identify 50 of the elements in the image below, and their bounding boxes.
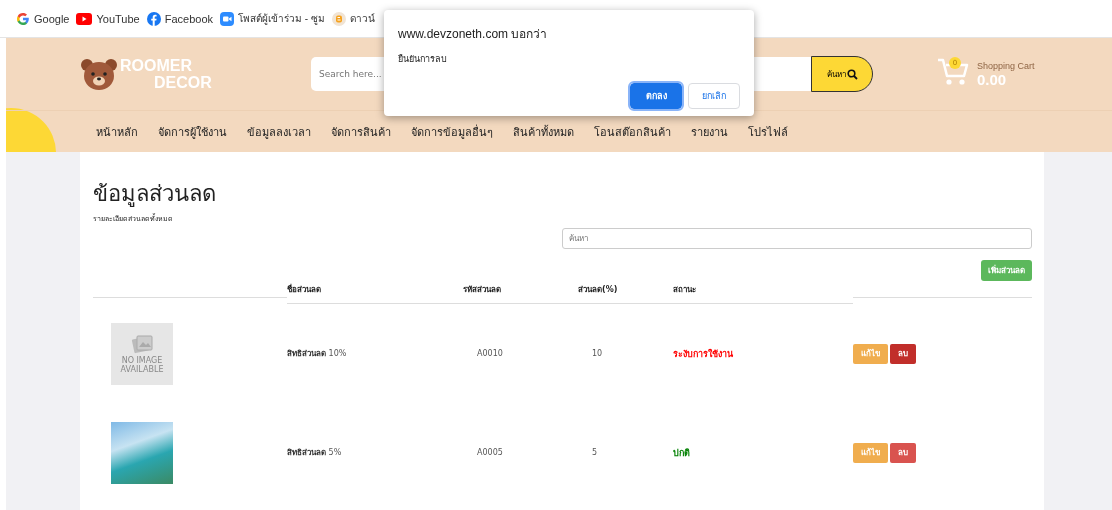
picture-icon (131, 333, 153, 354)
column-header: รหัสส่วนลด (463, 285, 501, 294)
video-camera-icon (220, 11, 235, 26)
nav-link[interactable]: โปรไฟล์ (738, 122, 798, 141)
nav-link[interactable]: โอนสต๊อกสินค้า (584, 122, 681, 141)
ok-button[interactable]: ตกลง (630, 83, 682, 109)
discount-code: A0010 (477, 349, 503, 358)
discount-name: สิทธิส่วนลด 5% (287, 447, 342, 459)
search-button[interactable]: ค้นหา (811, 56, 873, 92)
facebook-icon (146, 11, 161, 26)
cart-icon[interactable] (937, 57, 969, 87)
page-title: ข้อมูลส่วนลด (93, 180, 217, 209)
bookmark-link[interactable]: Google (16, 11, 70, 26)
discount-percent: 5 (592, 448, 598, 457)
nav-link[interactable]: จัดการสินค้า (321, 122, 401, 141)
blog-icon (331, 11, 346, 26)
bookmark-link[interactable]: Facebook (146, 11, 214, 26)
bear-icon (80, 57, 118, 91)
status-text: ปกติ (673, 446, 690, 460)
logo-text: DECOR (153, 74, 212, 91)
nav-link[interactable]: จัดการผู้ใช้งาน (148, 122, 237, 141)
dialog-title: www.devzoneth.com บอกว่า (398, 26, 549, 43)
delete-button[interactable]: ลบ (890, 442, 916, 463)
delete-button[interactable]: ลบ (890, 343, 916, 364)
discount-percent: 10 (592, 349, 603, 358)
search-field[interactable]: ค้นหา (562, 228, 1032, 249)
nav-link[interactable]: ข้อมูลลงเวลา (237, 122, 321, 141)
cart-label: Shopping Cart (977, 60, 1035, 71)
google-icon (16, 11, 30, 26)
column-header: ชื่อส่วนลด (287, 285, 321, 294)
photo-placeholder (111, 421, 173, 484)
bookmark-link[interactable]: YouTube (76, 12, 140, 25)
nav-link[interactable]: สินค้าทั้งหมด (503, 122, 584, 141)
nav-link[interactable]: รายงาน (681, 122, 738, 141)
video-play-icon (76, 12, 93, 25)
bookmark-link[interactable]: โพสต์ผู้เข้าร่วม - ซูม (220, 11, 325, 26)
discount-name: สิทธิส่วนลด 10% (287, 348, 347, 360)
nav-link[interactable]: จัดการข้อมูลอื่นๆ (401, 122, 503, 141)
status-text: ระงับการใช้งาน (673, 347, 733, 361)
no-image-text: NO IMAGE AVAILABLE (119, 355, 165, 374)
logo-text: ROOMER (120, 57, 193, 74)
bookmark-link[interactable]: ดาวน์ (331, 11, 375, 26)
cart-total: 0.00 (977, 70, 1007, 88)
cancel-button[interactable]: ยกเลิก (688, 83, 740, 109)
discount-code: A0005 (477, 448, 503, 457)
column-header: สถานะ (673, 285, 696, 294)
search-icon (846, 68, 858, 80)
dialog-message: ยืนยันการลบ (398, 53, 448, 66)
nav-link[interactable]: หน้าหลัก (86, 122, 148, 141)
column-header: ส่วนลด(%) (578, 285, 618, 294)
